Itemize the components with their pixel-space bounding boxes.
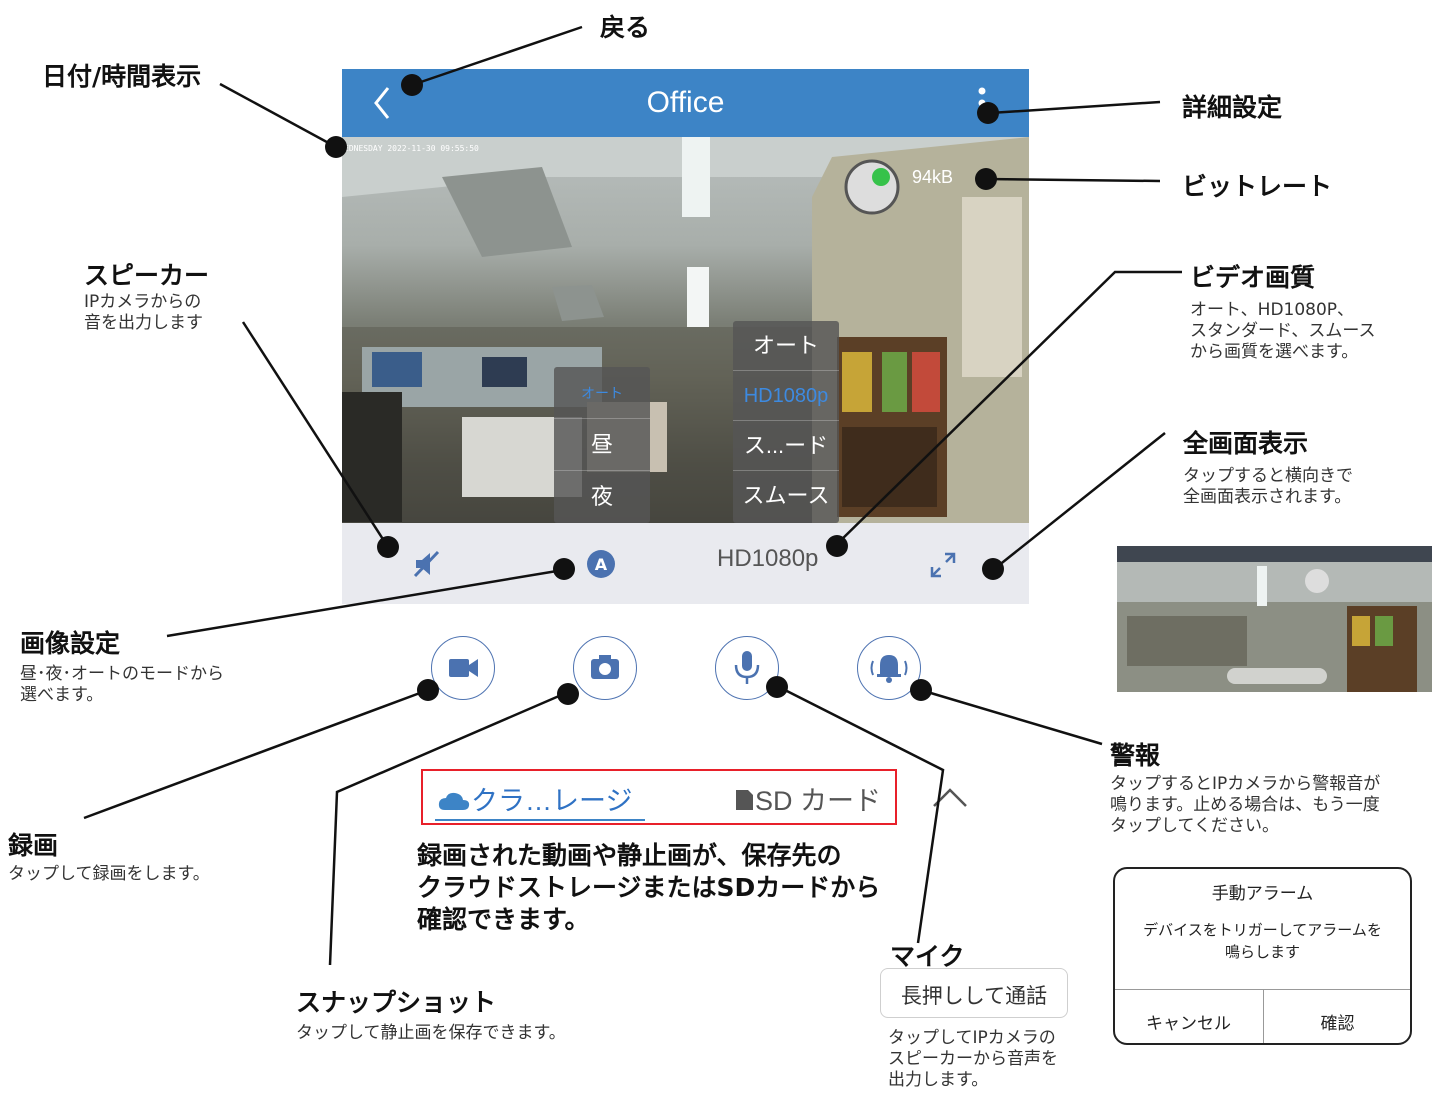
annotation-snapshot-desc: タップして静止画を保存できます。 [296,1023,566,1043]
annotation-mic-desc-line: 出力します。 [888,1070,989,1090]
annotation-image-settings-title: 画像設定 [20,629,121,658]
annotation-quality-title: ビデオ画質 [1190,263,1316,292]
annotation-alarm-desc: タップしてください。 [1110,816,1279,836]
annotation-image-settings-desc: 選べます。 [20,685,104,705]
annotation-snapshot-title: スナップショット [296,988,497,1017]
annotation-quality-desc: スタンダード、スムース [1190,321,1376,341]
annotation-alarm: 警報 タップするとIPカメラから警報音が 鳴ります。止める場合は、もう一度 タッ… [1110,736,1380,837]
annotation-image-settings: 画像設定 昼･夜･オートのモードから 選べます。 [20,624,224,706]
annotation-speaker-desc: 音を出力します [84,313,203,333]
annotation-alarm-desc: 鳴ります。止める場合は、もう一度 [1110,795,1380,815]
annotation-fullscreen: 全画面表示 タップすると横向きで 全画面表示されます。 [1183,424,1353,508]
annotation-mic-desc-line: スピーカーから音声を [888,1049,1058,1069]
dialog-message: デバイスをトリガーしてアラームを 鳴らします [1125,919,1400,963]
annotation-quality-desc: オート、HD1080P、 [1190,300,1355,320]
annotation-mic-desc-line: タップしてIPカメラの [888,1028,1056,1048]
marker-dot [975,168,997,190]
annotation-storage-desc: 録画された動画や静止画が、保存先の [417,841,842,870]
mic-tooltip-text: 長押しして通話 [900,984,1048,1008]
marker-dot [766,676,788,698]
annotation-settings-title: 詳細設定 [1182,93,1283,122]
marker-dot [826,535,848,557]
dialog-message-line: デバイスをトリガーしてアラームを [1143,921,1382,939]
annotation-speaker-title: スピーカー [84,261,210,290]
annotation-record-desc: タップして録画をします。 [8,864,210,884]
annotation-bitrate-title: ビットレート [1182,172,1333,201]
annotation-fullscreen-desc: タップすると横向きで [1183,466,1353,486]
dialog-message-line: 鳴らします [1224,943,1300,961]
annotation-back-title: 戻る [600,13,651,42]
marker-dot [557,683,579,705]
annotation-record-title: 録画 [8,831,59,860]
annotation-fullscreen-desc: 全画面表示されます。 [1183,487,1352,507]
dialog-title: 手動アラーム [1211,884,1314,904]
confirm-button[interactable]: 確認 [1264,1009,1410,1034]
marker-dot [982,558,1004,580]
marker-dot [401,74,423,96]
marker-dot [910,679,932,701]
annotation-storage-desc: 確認できます。 [417,905,590,934]
manual-alarm-dialog: 手動アラーム デバイスをトリガーしてアラームを 鳴らします キャンセル 確認 [1113,867,1412,1045]
landscape-preview-image [1117,546,1432,692]
marker-dot [325,136,347,158]
marker-dot [417,679,439,701]
marker-dot [553,558,575,580]
mic-tooltip: 長押しして通話 [880,968,1068,1018]
annotation-record: 録画 タップして録画をします。 [8,826,210,885]
landscape-preview-scene [1117,546,1432,692]
annotation-datetime-title: 日付/時間表示 [42,62,202,91]
annotation-snapshot: スナップショット タップして静止画を保存できます。 [296,983,566,1044]
cancel-button[interactable]: キャンセル [1115,1009,1262,1034]
annotation-quality-desc: から画質を選べます。 [1190,342,1359,362]
annotation-speaker: スピーカー IPカメラからの 音を出力します [84,256,209,334]
annotation-speaker-desc: IPカメラからの [84,292,202,312]
annotation-storage-desc: クラウドストレージまたはSDカードから [417,873,881,902]
marker-dot [977,102,999,124]
annotation-mic-desc: タップしてIPカメラの スピーカーから音声を 出力します。 [888,1028,1058,1091]
annotation-video-quality: ビデオ画質 オート、HD1080P、 スタンダード、スムース から画質を選べます… [1190,258,1375,363]
annotation-alarm-desc: タップするとIPカメラから警報音が [1110,774,1381,794]
annotation-image-settings-desc: 昼･夜･オートのモードから [20,664,224,684]
annotation-fullscreen-title: 全画面表示 [1183,429,1309,458]
marker-dot [377,536,399,558]
annotation-alarm-title: 警報 [1110,741,1161,770]
annotation-storage: 録画された動画や静止画が、保存先の クラウドストレージまたはSDカードから 確認… [417,840,880,936]
